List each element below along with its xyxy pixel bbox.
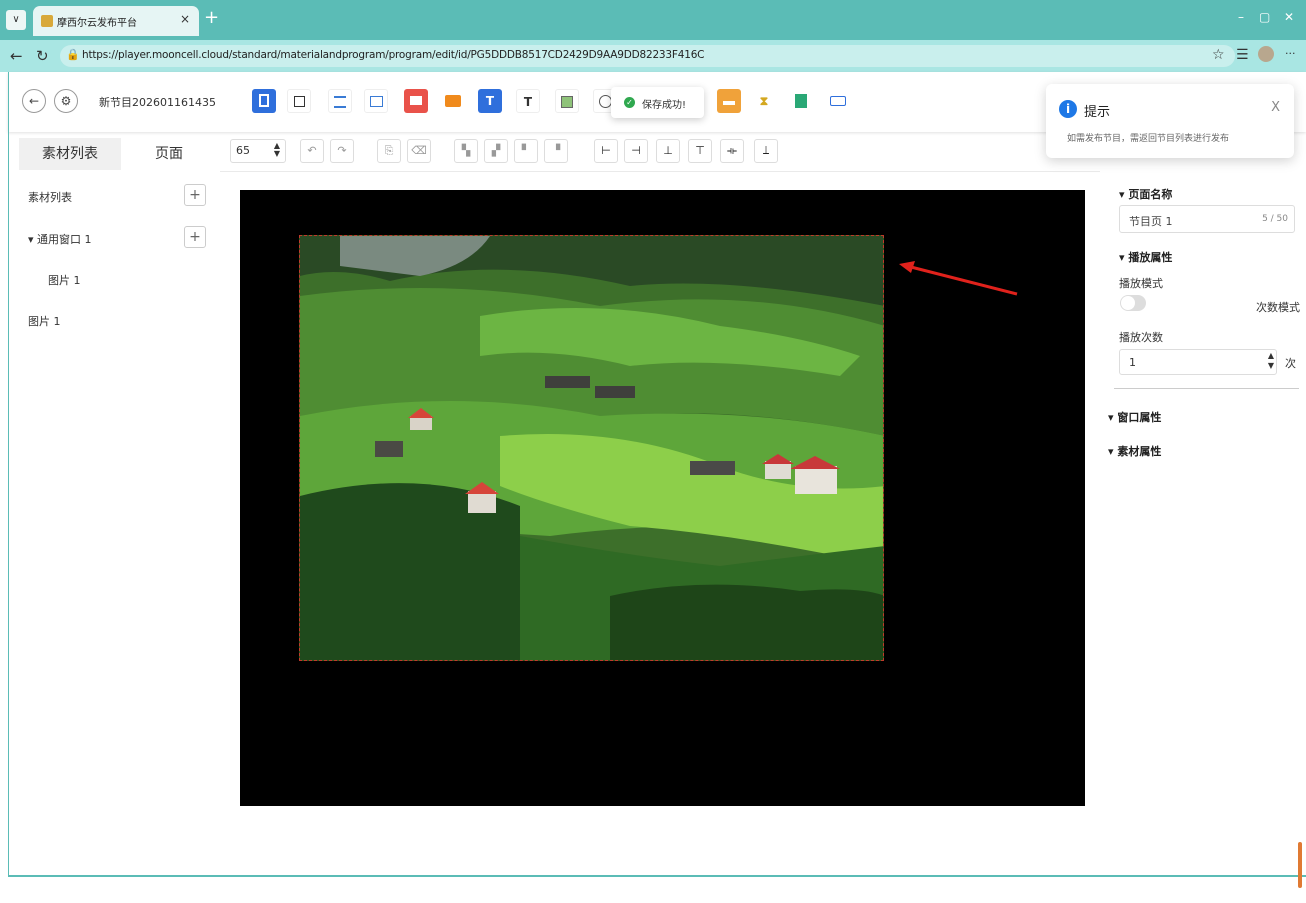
notification-close-button[interactable]: X: [1271, 100, 1280, 115]
divider: [1114, 388, 1299, 389]
window-properties-header[interactable]: ▾ 窗口属性: [1108, 409, 1161, 425]
zoom-value: 65: [236, 144, 250, 157]
align-bottom-icon[interactable]: ⊥: [656, 139, 680, 163]
align-left-icon[interactable]: ⊢: [594, 139, 618, 163]
check-circle-icon: ✓: [624, 97, 635, 108]
edit-toolbar: 65 ▲ ▼ ↶ ↷ ⎘ ⌫ ▚ ▞ ▘ ▝ ⊢ ⊣ ⊥ ⊤ ⟛ ⟘: [220, 132, 1100, 172]
align-top-icon[interactable]: ⊤: [688, 139, 712, 163]
hint-notification: i 提示 如需发布节目，需返回节目列表进行发布 X: [1046, 84, 1294, 158]
play-count-label: 播放次数: [1119, 331, 1163, 344]
video-tool-icon[interactable]: [364, 89, 388, 113]
align-center-h-icon[interactable]: ⟛: [720, 139, 744, 163]
toast-message: 保存成功!: [642, 100, 687, 111]
align-right-icon[interactable]: ⊣: [624, 139, 648, 163]
add-material-button[interactable]: +: [184, 184, 206, 206]
image-tool-icon[interactable]: [404, 89, 428, 113]
zoom-stepper[interactable]: 65 ▲ ▼: [230, 139, 286, 163]
new-tab-icon[interactable]: +: [204, 7, 219, 28]
tree-image-item[interactable]: 图片 1: [28, 313, 61, 329]
annotation-arrow-icon: [899, 261, 1018, 296]
undo-icon[interactable]: ↶: [300, 139, 324, 163]
page-tool-icon[interactable]: [252, 89, 276, 113]
window-close-icon[interactable]: ✕: [1284, 10, 1294, 24]
count-mode-label: 次数模式: [1256, 301, 1300, 314]
tree-root-material-list[interactable]: 素材列表: [28, 189, 72, 205]
send-backward-icon[interactable]: ▝: [544, 139, 568, 163]
window-tool-icon[interactable]: [287, 89, 311, 113]
settings-icon[interactable]: ⚙: [54, 89, 78, 113]
weather-tool-icon[interactable]: [717, 89, 741, 113]
play-count-value: 1: [1129, 356, 1136, 369]
tab-material-list[interactable]: 素材列表: [19, 138, 121, 170]
play-mode-label: 播放模式: [1119, 277, 1163, 290]
favicon-icon: [41, 15, 53, 27]
countdown-tool-icon[interactable]: ⧗: [752, 89, 776, 113]
redo-icon[interactable]: ↷: [330, 139, 354, 163]
selected-image-element[interactable]: [299, 235, 884, 661]
favorites-icon[interactable]: ☰: [1236, 47, 1249, 63]
right-properties-panel: ▾ 页面名称 节目页 1 5 / 50 ▾ 播放属性 播放模式 次数模式 播放次…: [1100, 132, 1306, 875]
material-properties-header[interactable]: ▾ 素材属性: [1108, 443, 1161, 459]
align-center-v-icon[interactable]: ⟘: [754, 139, 778, 163]
tree-image-item[interactable]: 图片 1: [48, 272, 81, 288]
page-name-value: 节目页 1: [1129, 215, 1173, 228]
address-bar: ← ↻ 🔒 https://player.mooncell.cloud/stan…: [0, 40, 1306, 72]
notification-message: 如需发布节目，需返回节目列表进行发布: [1067, 134, 1230, 144]
left-panel: 素材列表 页面 素材列表 + ▾ 通用窗口 1 + 图片 1 图片 1: [8, 132, 220, 875]
tree-window-item[interactable]: ▾ 通用窗口 1: [28, 231, 92, 247]
page-name-header[interactable]: ▾ 页面名称: [1119, 186, 1172, 202]
stepper-arrows-icon[interactable]: ▲ ▼: [1268, 351, 1274, 371]
list-tool-icon[interactable]: [328, 89, 352, 113]
notification-title: 提示: [1084, 105, 1111, 120]
url-field[interactable]: 🔒 https://player.mooncell.cloud/standard…: [60, 45, 1235, 67]
folder-tool-icon[interactable]: [441, 89, 465, 113]
browser-tab[interactable]: 摩西尔云发布平台 ×: [33, 6, 199, 36]
restore-icon[interactable]: ▢: [1259, 10, 1270, 24]
more-icon[interactable]: ···: [1285, 47, 1296, 60]
browser-tab-title: 摩西尔云发布平台: [57, 18, 137, 29]
info-icon: i: [1059, 100, 1077, 118]
webpage-tool-icon[interactable]: [555, 89, 579, 113]
tab-dropdown-icon[interactable]: ∨: [6, 10, 26, 30]
play-count-input[interactable]: 1 ▲ ▼: [1119, 349, 1277, 375]
page-name-input[interactable]: 节目页 1 5 / 50: [1119, 205, 1295, 233]
stepper-arrows-icon[interactable]: ▲ ▼: [274, 142, 280, 158]
program-name: 新节目202601161435: [99, 96, 216, 109]
bring-front-icon[interactable]: ▚: [454, 139, 478, 163]
add-window-material-button[interactable]: +: [184, 226, 206, 248]
copy-icon[interactable]: ⎘: [377, 139, 401, 163]
lock-icon: 🔒: [66, 48, 80, 61]
scroll-indicator[interactable]: [1298, 842, 1302, 888]
text-tool-icon[interactable]: T: [478, 89, 502, 113]
tab-pages[interactable]: 页面: [127, 138, 211, 170]
page-canvas[interactable]: [240, 190, 1085, 806]
profile-avatar[interactable]: [1258, 46, 1274, 62]
browser-back-icon[interactable]: ←: [10, 47, 23, 65]
play-count-unit: 次: [1285, 357, 1296, 370]
bring-forward-icon[interactable]: ▘: [514, 139, 538, 163]
landscape-image: [300, 236, 883, 660]
keyboard-tool-icon[interactable]: [826, 89, 850, 113]
minimize-icon[interactable]: –: [1238, 10, 1244, 24]
delete-icon[interactable]: ⌫: [407, 139, 431, 163]
save-success-toast: ✓ 保存成功!: [611, 87, 704, 118]
frame-bottom-border: [8, 875, 1306, 877]
textbox-tool-icon[interactable]: T: [516, 89, 540, 113]
page-name-counter: 5 / 50: [1262, 214, 1288, 224]
browser-tabbar: ∨ 摩西尔云发布平台 × + – ▢ ✕: [0, 0, 1306, 40]
document-tool-icon[interactable]: [789, 89, 813, 113]
send-back-icon[interactable]: ▞: [484, 139, 508, 163]
play-properties-header[interactable]: ▾ 播放属性: [1119, 249, 1172, 265]
back-button[interactable]: ←: [22, 89, 46, 113]
tab-close-icon[interactable]: ×: [180, 12, 190, 26]
play-mode-toggle[interactable]: [1120, 295, 1146, 311]
url-text: https://player.mooncell.cloud/standard/m…: [82, 49, 705, 61]
reload-icon[interactable]: ↻: [36, 47, 49, 65]
favorite-star-icon[interactable]: ☆: [1212, 47, 1225, 63]
